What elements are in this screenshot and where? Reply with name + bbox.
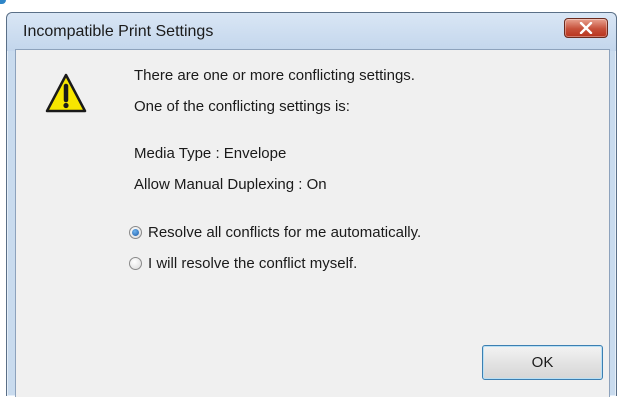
dialog-title: Incompatible Print Settings — [23, 23, 214, 40]
dialog-content: There are one or more conflicting settin… — [15, 49, 610, 397]
background-content — [0, 0, 623, 12]
radio-resolve-automatically[interactable] — [129, 225, 142, 239]
setting-media-type: Media Type : Envelope — [134, 145, 287, 162]
option-resolve-myself[interactable]: I will resolve the conflict myself. — [129, 253, 357, 273]
setting-manual-duplexing: Allow Manual Duplexing : On — [134, 176, 327, 193]
option-label: Resolve all conflicts for me automatical… — [148, 223, 422, 241]
background-bullet — [0, 0, 6, 4]
close-button[interactable] — [564, 18, 608, 38]
warning-icon — [45, 73, 87, 113]
message-line-1: There are one or more conflicting settin… — [134, 67, 415, 84]
message-line-2: One of the conflicting settings is: — [134, 98, 350, 115]
radio-resolve-myself[interactable] — [129, 256, 142, 270]
dialog-window: Incompatible Print Settings There are on… — [6, 12, 617, 397]
option-label: I will resolve the conflict myself. — [148, 254, 358, 272]
close-icon — [579, 22, 593, 34]
title-bar: Incompatible Print Settings — [7, 13, 616, 51]
ok-button[interactable]: OK — [482, 345, 603, 380]
option-resolve-automatically[interactable]: Resolve all conflicts for me automatical… — [129, 222, 421, 242]
